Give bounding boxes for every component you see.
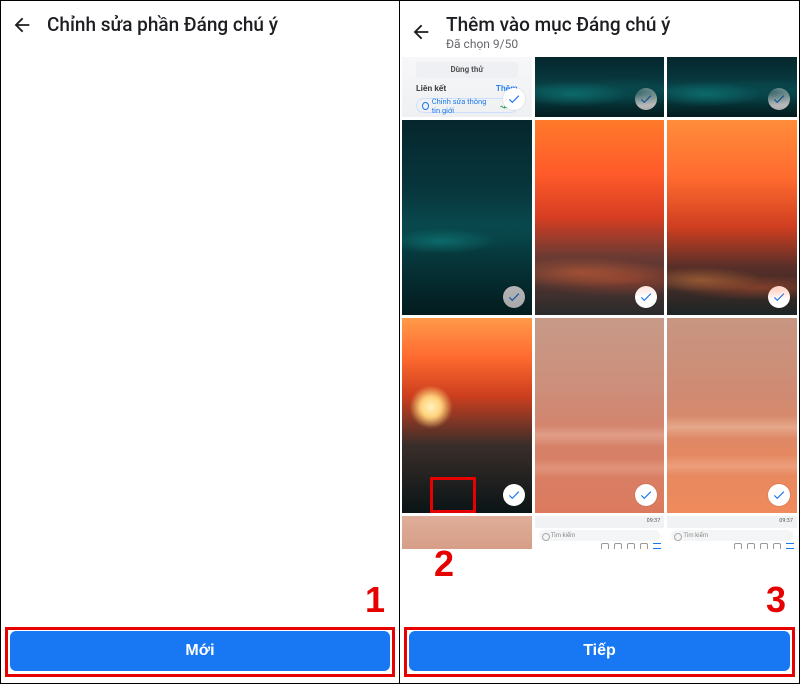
photo-tile[interactable] xyxy=(667,318,797,513)
check-icon[interactable] xyxy=(635,484,657,506)
check-icon[interactable] xyxy=(768,286,790,308)
search-bar: Tìm kiếm xyxy=(671,530,793,541)
photo-tile[interactable] xyxy=(535,120,665,315)
panel-add-featured: Thêm vào mục Đáng chú ý Đã chọn 9/50 Dùn… xyxy=(400,1,799,683)
new-button[interactable]: Mới xyxy=(10,631,390,671)
empty-content xyxy=(1,46,399,624)
check-icon[interactable] xyxy=(503,88,525,110)
photo-tile[interactable] xyxy=(667,120,797,315)
check-icon[interactable] xyxy=(768,88,790,110)
try-button-label: Dùng thử xyxy=(416,62,518,78)
next-button[interactable]: Tiếp xyxy=(409,631,790,671)
photo-grid: Dùng thử Liên kết Thêm Chỉnh sửa thông t… xyxy=(400,57,799,624)
panel-edit-featured: Chỉnh sửa phần Đáng chú ý Mới 1 xyxy=(1,1,400,683)
photo-tile[interactable] xyxy=(402,120,532,315)
browser-slice: 09:37 Tìm kiếm xyxy=(535,516,665,549)
annotation-box-2 xyxy=(430,477,476,513)
photo-tile[interactable] xyxy=(402,516,532,549)
photo-tile[interactable] xyxy=(535,57,665,117)
header: Thêm vào mục Đáng chú ý Đã chọn 9/50 xyxy=(400,1,799,57)
check-icon[interactable] xyxy=(635,286,657,308)
photo-tile[interactable]: 09:37 Tìm kiếm xyxy=(667,516,797,549)
links-label: Liên kết xyxy=(416,84,446,94)
bottom-bar: Tiếp xyxy=(400,624,799,683)
check-icon[interactable] xyxy=(503,286,525,308)
back-arrow-icon[interactable] xyxy=(11,14,33,36)
back-arrow-icon[interactable] xyxy=(410,21,432,43)
page-title: Chỉnh sửa phần Đáng chú ý xyxy=(47,13,278,36)
photo-tile[interactable]: 09:37 Tìm kiếm xyxy=(535,516,665,549)
selection-count: Đã chọn 9/50 xyxy=(446,37,670,51)
header: Chỉnh sửa phần Đáng chú ý xyxy=(1,1,399,46)
browser-slice: 09:37 Tìm kiếm xyxy=(667,516,797,549)
photo-tile[interactable] xyxy=(402,318,532,513)
check-icon[interactable] xyxy=(768,484,790,506)
page-title: Thêm vào mục Đáng chú ý xyxy=(446,13,670,36)
photo-tile[interactable] xyxy=(667,57,797,117)
check-icon[interactable] xyxy=(503,484,525,506)
search-bar: Tìm kiếm xyxy=(539,530,661,541)
bottom-bar: Mới xyxy=(1,624,399,683)
photo-tile[interactable] xyxy=(535,318,665,513)
photo-tile[interactable]: Dùng thử Liên kết Thêm Chỉnh sửa thông t… xyxy=(402,57,532,117)
check-icon[interactable] xyxy=(635,88,657,110)
